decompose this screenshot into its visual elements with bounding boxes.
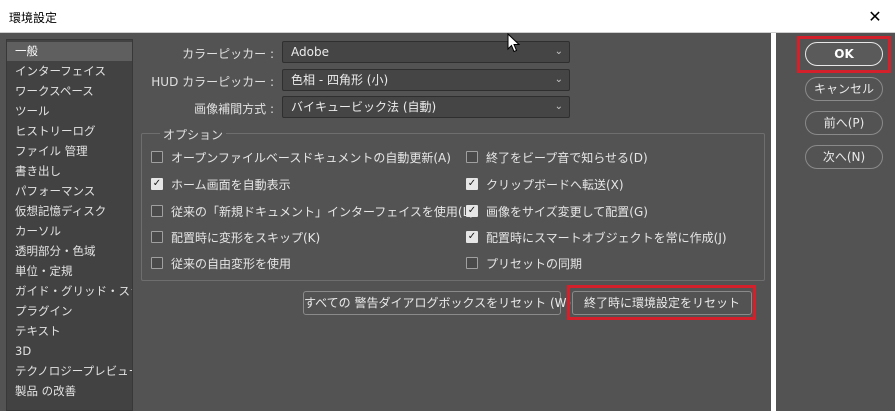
checkbox-checked[interactable]: ✓: [466, 205, 478, 217]
sidebar-item-performance[interactable]: パフォーマンス: [7, 182, 132, 201]
option-export-clipboard[interactable]: ✓ クリップボードへ転送(X): [466, 175, 624, 193]
sidebar-item-units-rulers[interactable]: 単位・定規: [7, 262, 132, 281]
sidebar-item-3d[interactable]: 3D: [7, 342, 132, 361]
checkbox-checked[interactable]: ✓: [151, 178, 163, 190]
close-icon[interactable]: ✕: [855, 0, 895, 33]
interpolation-select[interactable]: バイキュービック法 (自動) ⌄: [282, 96, 570, 118]
preferences-sidebar: 一般 インターフェイス ワークスペース ツール ヒストリーログ ファイル 管理 …: [6, 39, 133, 411]
cancel-button[interactable]: キャンセル: [805, 77, 883, 101]
sidebar-item-product-improvement[interactable]: 製品 の改善: [7, 382, 132, 401]
interpolation-label: 画像補間方式 :: [194, 102, 274, 116]
ok-button[interactable]: OK: [805, 42, 883, 66]
prev-button[interactable]: 前へ(P): [805, 111, 883, 135]
option-legacy-free-transform[interactable]: 従来の自由変形を使用: [151, 254, 291, 272]
sidebar-item-guides-grid[interactable]: ガイド・グリッド・スライス: [7, 282, 132, 301]
hud-picker-value: 色相 - 四角形 (小): [291, 73, 389, 87]
sidebar-item-export[interactable]: 書き出し: [7, 162, 132, 181]
checkbox[interactable]: [151, 257, 163, 269]
interpolation-value: バイキュービック法 (自動): [291, 100, 437, 114]
sidebar-item-transparency[interactable]: 透明部分・色域: [7, 242, 132, 261]
color-picker-value: Adobe: [291, 45, 329, 59]
mouse-cursor-icon: [507, 33, 521, 53]
option-skip-transform[interactable]: 配置時に変形をスキップ(K): [151, 228, 320, 246]
sidebar-item-type[interactable]: テキスト: [7, 322, 132, 341]
color-picker-label: カラーピッカー :: [182, 47, 274, 61]
reset-warnings-button[interactable]: すべての 警告ダイアログボックスをリセット (W): [303, 291, 571, 315]
checkbox[interactable]: [151, 231, 163, 243]
options-title: オプション: [160, 126, 227, 143]
sidebar-item-workspace[interactable]: ワークスペース: [7, 82, 132, 101]
sidebar-item-interface[interactable]: インターフェイス: [7, 62, 132, 81]
option-sync-presets[interactable]: プリセットの同期: [466, 254, 582, 272]
option-resize-on-place[interactable]: ✓ 画像をサイズ変更して配置(G): [466, 202, 648, 220]
sidebar-item-plugins[interactable]: プラグイン: [7, 302, 132, 321]
sidebar-item-file-handling[interactable]: ファイル 管理: [7, 142, 132, 161]
sidebar-item-cursors[interactable]: カーソル: [7, 222, 132, 241]
sidebar-item-scratch-disks[interactable]: 仮想記憶ディスク: [7, 202, 132, 221]
option-legacy-new-doc[interactable]: 従来の「新規ドキュメント」インターフェイスを使用(L): [151, 202, 474, 220]
button-column-divider: [771, 33, 776, 411]
option-show-home-screen[interactable]: ✓ ホーム画面を自動表示: [151, 175, 291, 193]
option-auto-update-docs[interactable]: オープンファイルベースドキュメントの自動更新(A): [151, 148, 451, 166]
checkbox-checked[interactable]: ✓: [466, 231, 478, 243]
title-bar: 環境設定 ✕: [0, 0, 895, 33]
option-always-smart-object[interactable]: ✓ 配置時にスマートオブジェクトを常に作成(J): [466, 228, 727, 246]
color-picker-select[interactable]: Adobe ⌄: [282, 41, 570, 63]
option-beep-when-done[interactable]: 終了をビープ音で知らせる(D): [466, 148, 648, 166]
next-button[interactable]: 次へ(N): [805, 145, 883, 169]
hud-picker-select[interactable]: 色相 - 四角形 (小) ⌄: [282, 69, 570, 91]
sidebar-item-tools[interactable]: ツール: [7, 102, 132, 121]
checkbox-checked[interactable]: ✓: [466, 178, 478, 190]
chevron-down-icon: ⌄: [554, 46, 563, 57]
chevron-down-icon: ⌄: [554, 74, 563, 85]
checkbox[interactable]: [466, 257, 478, 269]
sidebar-item-history-log[interactable]: ヒストリーログ: [7, 122, 132, 141]
sidebar-item-technology-previews[interactable]: テクノロジープレビュー: [7, 362, 132, 381]
checkbox[interactable]: [151, 205, 163, 217]
window-title: 環境設定: [9, 11, 58, 25]
sidebar-item-general[interactable]: 一般: [7, 42, 132, 61]
checkbox[interactable]: [466, 151, 478, 163]
chevron-down-icon: ⌄: [554, 101, 563, 112]
hud-picker-label: HUD カラーピッカー :: [151, 75, 274, 89]
reset-prefs-on-quit-button[interactable]: 終了時に環境設定をリセット: [572, 291, 752, 315]
checkbox[interactable]: [151, 151, 163, 163]
